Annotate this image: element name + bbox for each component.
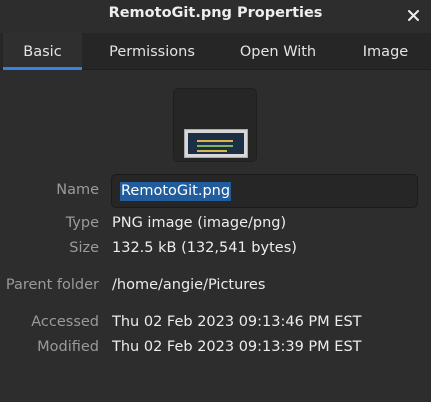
properties-window: RemotoGit.png Properties Basic Permissio… (0, 0, 431, 402)
size-label: Size (69, 240, 99, 256)
type-value: PNG image (image/png) (112, 215, 287, 231)
thumbnail-image (184, 129, 248, 158)
modified-value: Thu 02 Feb 2023 09:13:39 PM EST (112, 339, 362, 355)
name-field[interactable]: RemotoGit.png (111, 174, 418, 208)
tab-image[interactable]: Image (354, 33, 417, 70)
thumbnail-detail (197, 150, 227, 152)
name-field-value: RemotoGit.png (120, 181, 232, 201)
file-thumbnail (173, 88, 257, 162)
tab-open-with[interactable]: Open With (232, 33, 324, 70)
tab-basic-label: Basic (23, 43, 62, 60)
accessed-label: Accessed (31, 314, 99, 330)
thumbnail-content (188, 133, 244, 154)
thumbnail-detail (197, 140, 233, 142)
name-label: Name (56, 182, 99, 198)
tab-open-with-label: Open With (239, 43, 317, 60)
tab-permissions-label: Permissions (109, 43, 195, 60)
close-button[interactable] (403, 5, 423, 25)
accessed-value: Thu 02 Feb 2023 09:13:46 PM EST (112, 314, 362, 330)
parent-folder-label: Parent folder (5, 277, 99, 293)
window-title: RemotoGit.png Properties (108, 5, 323, 21)
tab-image-label: Image (362, 43, 409, 60)
active-tab-indicator (3, 67, 82, 70)
tab-permissions[interactable]: Permissions (98, 33, 206, 70)
type-label: Type (65, 215, 99, 231)
header-bar: RemotoGit.png Properties (0, 0, 431, 30)
close-icon (407, 9, 419, 21)
tab-basic[interactable]: Basic (3, 33, 82, 70)
tab-bar: Basic Permissions Open With Image (0, 33, 431, 70)
thumbnail-detail (197, 145, 233, 147)
modified-label: Modified (37, 339, 99, 355)
size-value: 132.5 kB (132,541 bytes) (112, 240, 297, 256)
parent-folder-value[interactable]: /home/angie/Pictures (112, 277, 265, 293)
